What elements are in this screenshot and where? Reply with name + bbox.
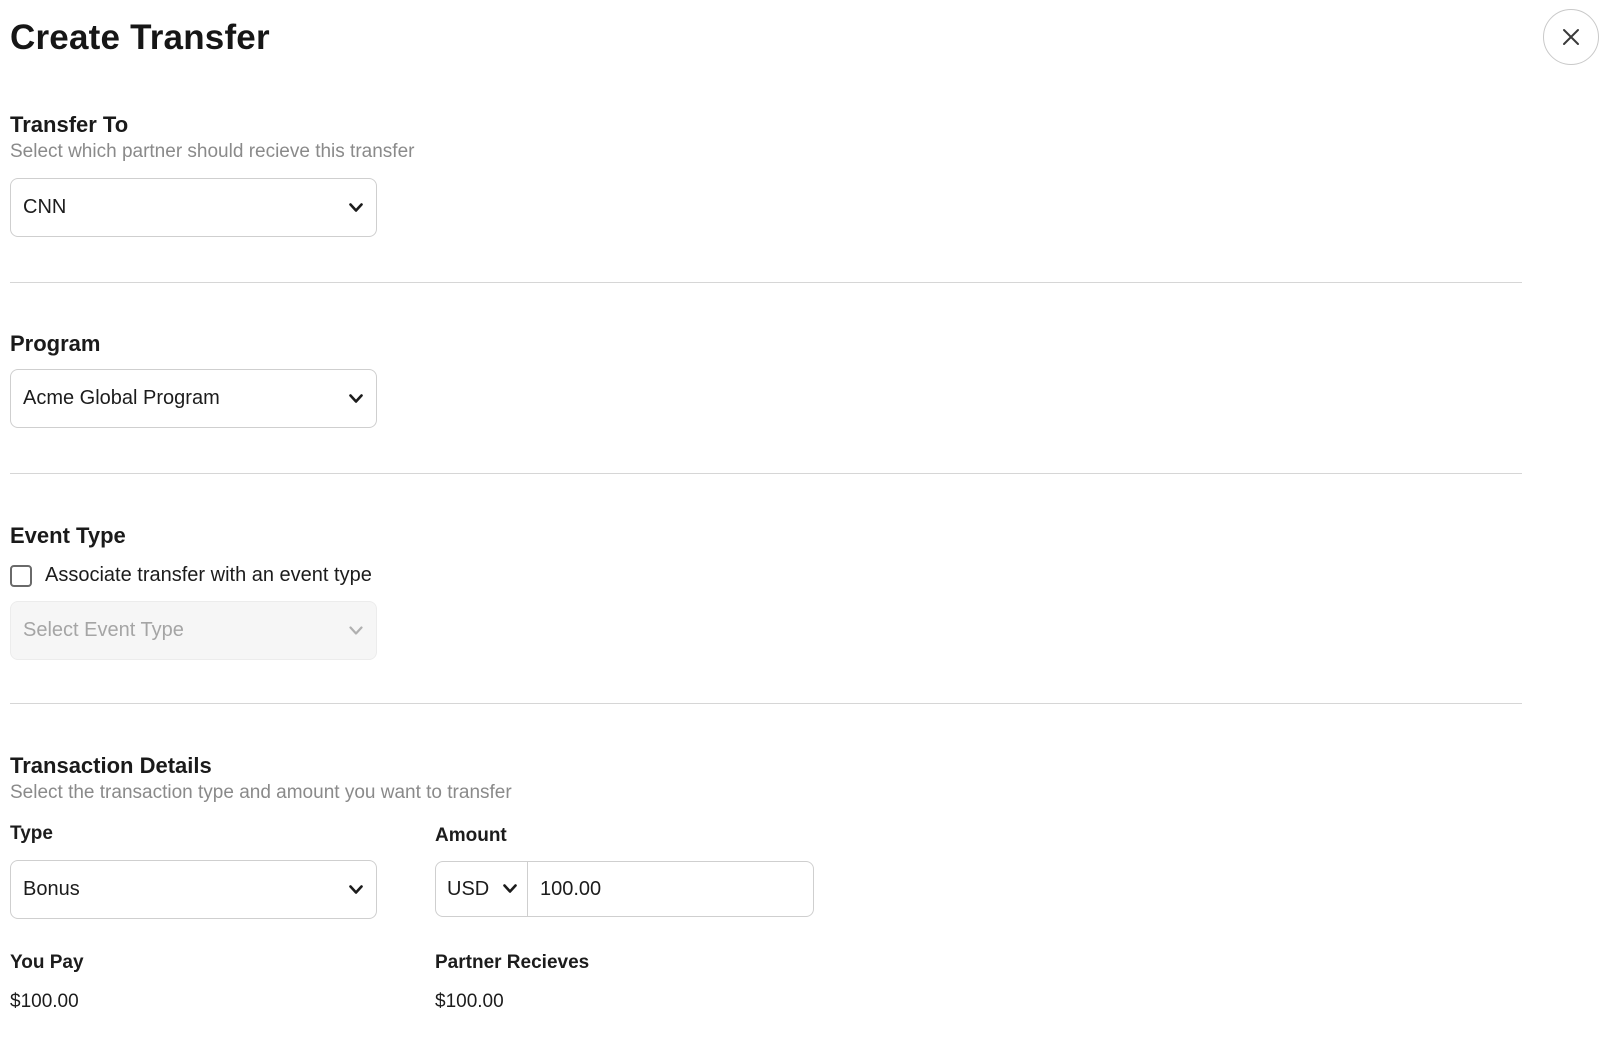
- section-divider: [10, 473, 1522, 474]
- amount-field-group: USD: [435, 861, 814, 917]
- close-button[interactable]: [1543, 9, 1599, 65]
- currency-select[interactable]: USD: [436, 862, 528, 916]
- section-divider: [10, 282, 1522, 283]
- partner-receives-value: $100.00: [435, 991, 504, 1012]
- event-type-heading: Event Type: [10, 523, 126, 548]
- chevron-down-icon: [336, 861, 376, 918]
- chevron-down-icon: [336, 602, 376, 659]
- close-icon: [1563, 29, 1579, 45]
- transaction-details-heading: Transaction Details: [10, 753, 212, 778]
- event-type-select-placeholder: Select Event Type: [23, 619, 184, 641]
- chevron-down-icon: [336, 179, 376, 236]
- amount-input[interactable]: [528, 862, 813, 916]
- associate-event-type-label: Associate transfer with an event type: [45, 564, 372, 586]
- create-transfer-modal: Create Transfer Transfer To Select which…: [0, 0, 1602, 1052]
- you-pay-label: You Pay: [10, 952, 84, 973]
- transfer-to-description: Select which partner should recieve this…: [10, 141, 415, 162]
- program-select[interactable]: Acme Global Program: [10, 369, 377, 428]
- transaction-type-value: Bonus: [23, 878, 80, 900]
- transaction-type-select[interactable]: Bonus: [10, 860, 377, 919]
- transaction-details-description: Select the transaction type and amount y…: [10, 782, 512, 803]
- event-type-select: Select Event Type: [10, 601, 377, 660]
- transfer-to-heading: Transfer To: [10, 112, 129, 137]
- associate-event-type-checkbox-row[interactable]: Associate transfer with an event type: [10, 564, 372, 587]
- page-title: Create Transfer: [10, 18, 270, 57]
- type-label: Type: [10, 823, 53, 844]
- section-divider: [10, 703, 1522, 704]
- program-heading: Program: [10, 331, 101, 356]
- associate-event-type-checkbox[interactable]: [10, 564, 32, 587]
- you-pay-value: $100.00: [10, 991, 79, 1012]
- partner-receives-label: Partner Recieves: [435, 952, 590, 973]
- partner-select[interactable]: CNN: [10, 178, 377, 237]
- program-select-value: Acme Global Program: [23, 387, 220, 409]
- chevron-down-icon: [336, 370, 376, 427]
- amount-label: Amount: [435, 825, 507, 846]
- currency-value: USD: [447, 877, 490, 900]
- partner-select-value: CNN: [23, 196, 67, 218]
- chevron-down-icon: [493, 884, 527, 894]
